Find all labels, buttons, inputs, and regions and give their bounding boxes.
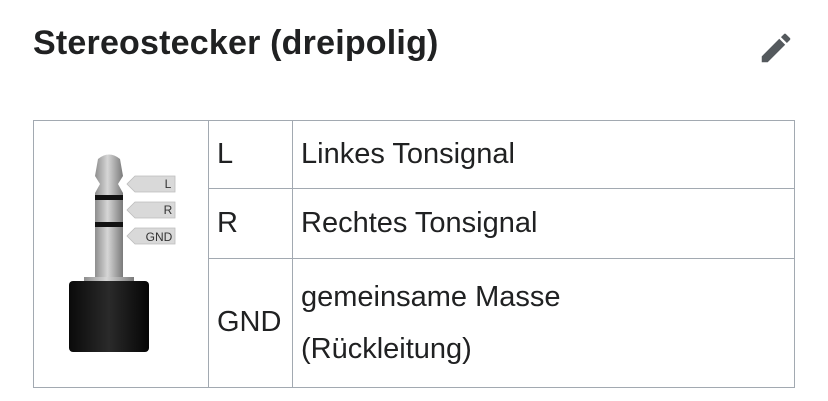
pin-assignment-table: L R GND L Linkes Tonsignal R Rechtes Ton… [33,119,795,389]
pin-cell: R [208,188,293,259]
page-title: Stereostecker (dreipolig) [33,24,439,62]
description-cell: Rechtes Tonsignal [292,188,795,259]
description-line: gemeinsame Masse [301,280,561,313]
svg-text:R: R [164,203,173,217]
edit-button[interactable] [754,26,798,70]
plug-label-gnd: GND [126,227,176,245]
table-row: L R GND L Linkes Tonsignal [33,119,795,388]
description-line: (Rückleitung) [301,332,472,365]
svg-text:GND: GND [146,230,173,244]
pin-cell: L [208,119,293,190]
section-header: Stereostecker (dreipolig) [33,20,798,72]
pencil-icon [761,33,791,63]
svg-text:L: L [165,177,172,191]
pin-cell: GND [208,257,293,389]
plug-label-l: L [126,175,176,193]
plug-label-r: R [126,201,176,219]
description-cell: gemeinsame Masse (Rückleitung) [292,257,795,389]
description-cell: Linkes Tonsignal [292,119,795,190]
stereo-plug-image: L R GND [69,154,176,352]
plug-image-cell: L R GND [33,120,209,388]
